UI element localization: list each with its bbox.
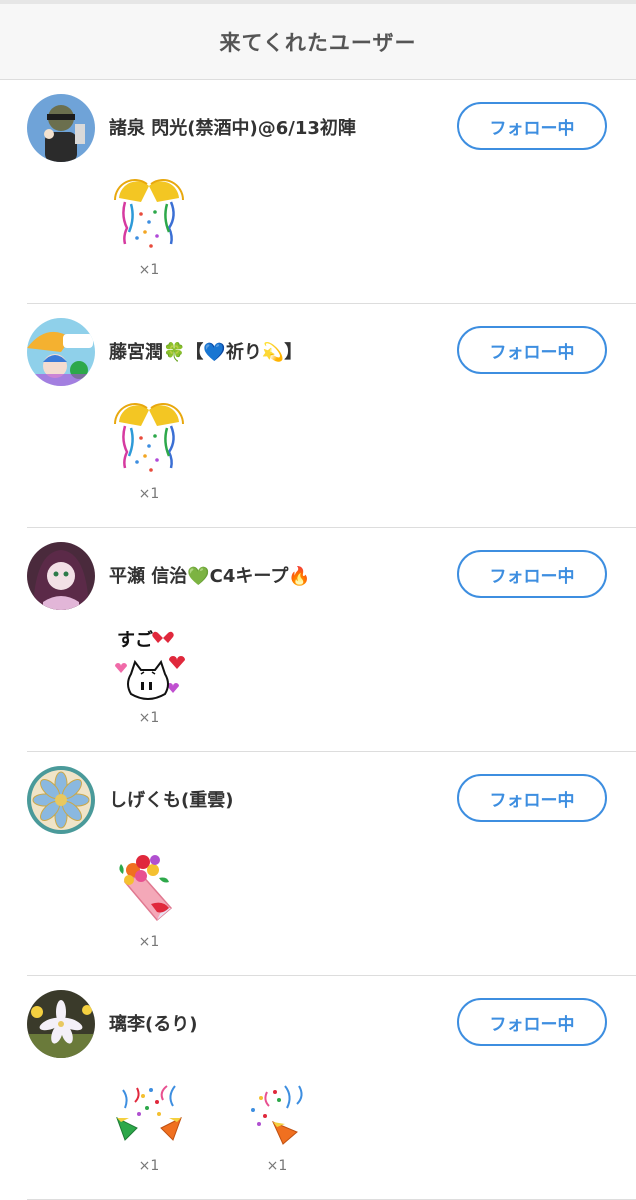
- visitor-row: 藤宮潤🍀【💙祈り💫】 フォロー中 ×1: [27, 304, 636, 528]
- gift-item: ×1: [111, 1072, 187, 1174]
- gift-count: ×1: [138, 934, 160, 950]
- page-header: 来てくれたユーザー: [0, 0, 636, 80]
- following-button[interactable]: フォロー中: [457, 998, 607, 1046]
- gift-list: ×1: [111, 848, 239, 950]
- following-button[interactable]: フォロー中: [457, 102, 607, 150]
- avatar[interactable]: [27, 542, 95, 610]
- gift-count: ×1: [138, 486, 160, 502]
- svg-text:すご: すご: [117, 629, 153, 651]
- avatar[interactable]: [27, 766, 95, 834]
- visitor-list: 諸泉 閃光(禁酒中)@6/13初陣 フォロー中 ×1 藤宮潤🍀【💙祈り💫】 フォ…: [0, 80, 636, 1200]
- visitor-row: 諸泉 閃光(禁酒中)@6/13初陣 フォロー中 ×1: [27, 80, 636, 304]
- avatar[interactable]: [27, 94, 95, 162]
- gift-list: ×1: [111, 400, 239, 502]
- username[interactable]: 藤宮潤🍀【💙祈り💫】: [109, 338, 302, 364]
- avatar[interactable]: [27, 990, 95, 1058]
- following-button[interactable]: フォロー中: [457, 774, 607, 822]
- visitor-row: しげくも(重雲) フォロー中 ×1: [27, 752, 636, 976]
- gift-count: ×1: [138, 262, 160, 278]
- gift-count: ×1: [138, 1158, 160, 1174]
- party-popper-icon: [116, 1085, 182, 1141]
- gift-item: ×1: [111, 400, 187, 502]
- username[interactable]: 平瀬 信治💚C4キープ🔥: [109, 562, 311, 588]
- username[interactable]: しげくも(重雲): [109, 786, 233, 812]
- bouquet-icon: [119, 855, 173, 922]
- avatar[interactable]: [27, 318, 95, 386]
- gift-count: ×1: [266, 1158, 288, 1174]
- sugoi-cat-icon: すご: [115, 629, 185, 700]
- visitor-row: 平瀬 信治💚C4キープ🔥 フォロー中 すご ×1: [27, 528, 636, 752]
- gift-count: ×1: [138, 710, 160, 726]
- username[interactable]: 璃李(るり): [109, 1010, 197, 1036]
- visitor-row: 璃李(るり) フォロー中 ×1 ×1: [27, 976, 636, 1200]
- gift-list: すご ×1: [111, 624, 239, 726]
- kusudama-icon: [114, 403, 184, 472]
- gift-list: ×1: [111, 176, 239, 278]
- gift-list: ×1 ×1: [111, 1072, 367, 1174]
- gift-item: ×1: [111, 176, 187, 278]
- gift-item: ×1: [111, 848, 187, 950]
- party-popper-icon: [251, 1085, 303, 1145]
- kusudama-icon: [114, 179, 184, 248]
- page-title: 来てくれたユーザー: [219, 30, 417, 55]
- gift-item: すご ×1: [111, 624, 187, 726]
- username[interactable]: 諸泉 閃光(禁酒中)@6/13初陣: [109, 114, 356, 140]
- following-button[interactable]: フォロー中: [457, 326, 607, 374]
- following-button[interactable]: フォロー中: [457, 550, 607, 598]
- gift-item: ×1: [239, 1072, 315, 1174]
